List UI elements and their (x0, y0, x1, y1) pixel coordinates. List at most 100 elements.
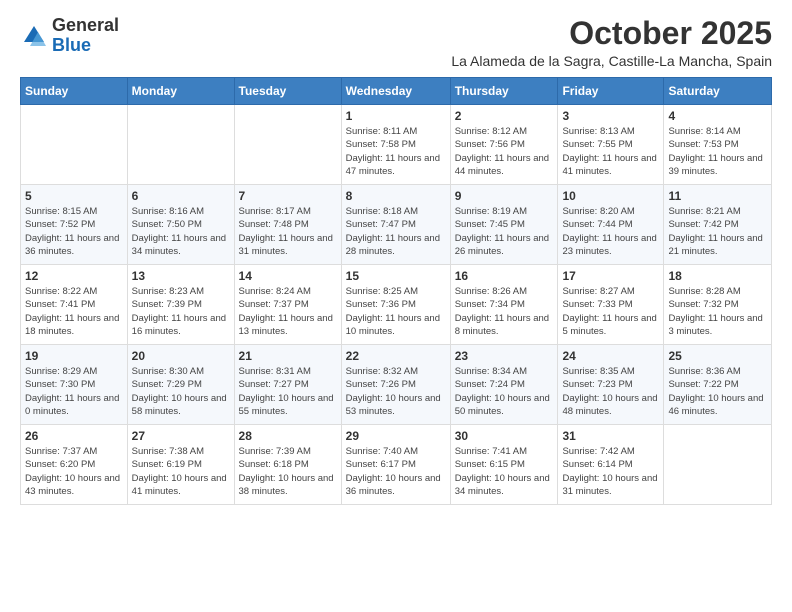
header: General Blue October 2025 La Alameda de … (20, 16, 772, 69)
day-number: 3 (562, 109, 659, 123)
day-info: Sunrise: 7:40 AM Sunset: 6:17 PM Dayligh… (346, 445, 446, 498)
calendar-cell: 5 Sunrise: 8:15 AM Sunset: 7:52 PM Daylig… (21, 185, 128, 265)
day-info: Sunrise: 8:31 AM Sunset: 7:27 PM Dayligh… (239, 365, 337, 418)
header-thursday: Thursday (450, 78, 558, 105)
title-section: October 2025 La Alameda de la Sagra, Cas… (451, 16, 772, 69)
calendar-cell: 26 Sunrise: 7:37 AM Sunset: 6:20 PM Dayli… (21, 425, 128, 505)
day-number: 17 (562, 269, 659, 283)
calendar-cell: 31 Sunrise: 7:42 AM Sunset: 6:14 PM Dayli… (558, 425, 664, 505)
calendar-cell: 10Sunrise: 8:20 AM Sunset: 7:44 PM Dayli… (558, 185, 664, 265)
day-info: Sunrise: 7:38 AM Sunset: 6:19 PM Dayligh… (132, 445, 230, 498)
day-info: Sunrise: 8:32 AM Sunset: 7:26 PM Dayligh… (346, 365, 446, 418)
day-number: 9 (455, 189, 554, 203)
header-sunday: Sunday (21, 78, 128, 105)
day-number: 24 (562, 349, 659, 363)
calendar-cell: 12 Sunrise: 8:22 AM Sunset: 7:41 PM Dayli… (21, 265, 128, 345)
day-number: 8 (346, 189, 446, 203)
calendar-week-3: 12 Sunrise: 8:22 AM Sunset: 7:41 PM Dayli… (21, 265, 772, 345)
day-info: Sunrise: 8:13 AM Sunset: 7:55 PM Dayligh… (562, 125, 659, 178)
calendar-week-2: 5 Sunrise: 8:15 AM Sunset: 7:52 PM Daylig… (21, 185, 772, 265)
day-number: 23 (455, 349, 554, 363)
day-number: 5 (25, 189, 123, 203)
calendar-cell: 4Sunrise: 8:14 AM Sunset: 7:53 PM Daylig… (664, 105, 772, 185)
calendar-cell: 9 Sunrise: 8:19 AM Sunset: 7:45 PM Daylig… (450, 185, 558, 265)
calendar-cell: 19 Sunrise: 8:29 AM Sunset: 7:30 PM Dayli… (21, 345, 128, 425)
calendar-cell: 18Sunrise: 8:28 AM Sunset: 7:32 PM Dayli… (664, 265, 772, 345)
day-info: Sunrise: 8:14 AM Sunset: 7:53 PM Dayligh… (668, 125, 767, 178)
calendar-cell: 1Sunrise: 8:11 AM Sunset: 7:58 PM Daylig… (341, 105, 450, 185)
logo-text: General Blue (52, 16, 119, 56)
day-info: Sunrise: 8:35 AM Sunset: 7:23 PM Dayligh… (562, 365, 659, 418)
day-number: 1 (346, 109, 446, 123)
calendar-week-4: 19 Sunrise: 8:29 AM Sunset: 7:30 PM Dayli… (21, 345, 772, 425)
day-info: Sunrise: 7:37 AM Sunset: 6:20 PM Dayligh… (25, 445, 123, 498)
calendar-cell: 20Sunrise: 8:30 AM Sunset: 7:29 PM Dayli… (127, 345, 234, 425)
calendar-cell (664, 425, 772, 505)
calendar-cell: 29 Sunrise: 7:40 AM Sunset: 6:17 PM Dayli… (341, 425, 450, 505)
calendar-cell: 22 Sunrise: 8:32 AM Sunset: 7:26 PM Dayli… (341, 345, 450, 425)
logo-icon (20, 22, 48, 50)
day-number: 14 (239, 269, 337, 283)
day-number: 11 (668, 189, 767, 203)
day-info: Sunrise: 8:12 AM Sunset: 7:56 PM Dayligh… (455, 125, 554, 178)
day-info: Sunrise: 8:29 AM Sunset: 7:30 PM Dayligh… (25, 365, 123, 418)
header-row: Sunday Monday Tuesday Wednesday Thursday… (21, 78, 772, 105)
day-number: 10 (562, 189, 659, 203)
day-number: 19 (25, 349, 123, 363)
day-info: Sunrise: 8:16 AM Sunset: 7:50 PM Dayligh… (132, 205, 230, 258)
day-info: Sunrise: 8:15 AM Sunset: 7:52 PM Dayligh… (25, 205, 123, 258)
calendar-cell: 3 Sunrise: 8:13 AM Sunset: 7:55 PM Daylig… (558, 105, 664, 185)
day-info: Sunrise: 8:19 AM Sunset: 7:45 PM Dayligh… (455, 205, 554, 258)
calendar-header: Sunday Monday Tuesday Wednesday Thursday… (21, 78, 772, 105)
calendar-cell: 25 Sunrise: 8:36 AM Sunset: 7:22 PM Dayli… (664, 345, 772, 425)
calendar-cell (21, 105, 128, 185)
calendar-cell: 15 Sunrise: 8:25 AM Sunset: 7:36 PM Dayli… (341, 265, 450, 345)
day-number: 12 (25, 269, 123, 283)
logo-general: General (52, 16, 119, 36)
logo: General Blue (20, 16, 119, 56)
header-monday: Monday (127, 78, 234, 105)
calendar-cell: 17 Sunrise: 8:27 AM Sunset: 7:33 PM Dayli… (558, 265, 664, 345)
day-info: Sunrise: 8:24 AM Sunset: 7:37 PM Dayligh… (239, 285, 337, 338)
day-info: Sunrise: 8:25 AM Sunset: 7:36 PM Dayligh… (346, 285, 446, 338)
day-info: Sunrise: 8:23 AM Sunset: 7:39 PM Dayligh… (132, 285, 230, 338)
logo-blue: Blue (52, 36, 119, 56)
calendar-week-1: 1Sunrise: 8:11 AM Sunset: 7:58 PM Daylig… (21, 105, 772, 185)
calendar-cell: 16Sunrise: 8:26 AM Sunset: 7:34 PM Dayli… (450, 265, 558, 345)
calendar-cell: 23Sunrise: 8:34 AM Sunset: 7:24 PM Dayli… (450, 345, 558, 425)
day-number: 18 (668, 269, 767, 283)
calendar-cell (234, 105, 341, 185)
day-info: Sunrise: 8:21 AM Sunset: 7:42 PM Dayligh… (668, 205, 767, 258)
calendar-cell: 13 Sunrise: 8:23 AM Sunset: 7:39 PM Dayli… (127, 265, 234, 345)
calendar-cell: 28Sunrise: 7:39 AM Sunset: 6:18 PM Dayli… (234, 425, 341, 505)
calendar-cell: 27Sunrise: 7:38 AM Sunset: 6:19 PM Dayli… (127, 425, 234, 505)
day-number: 13 (132, 269, 230, 283)
header-saturday: Saturday (664, 78, 772, 105)
day-number: 7 (239, 189, 337, 203)
calendar-cell: 8 Sunrise: 8:18 AM Sunset: 7:47 PM Daylig… (341, 185, 450, 265)
day-info: Sunrise: 8:22 AM Sunset: 7:41 PM Dayligh… (25, 285, 123, 338)
day-info: Sunrise: 8:18 AM Sunset: 7:47 PM Dayligh… (346, 205, 446, 258)
header-friday: Friday (558, 78, 664, 105)
day-info: Sunrise: 7:42 AM Sunset: 6:14 PM Dayligh… (562, 445, 659, 498)
calendar-cell: 2 Sunrise: 8:12 AM Sunset: 7:56 PM Daylig… (450, 105, 558, 185)
day-number: 29 (346, 429, 446, 443)
day-number: 2 (455, 109, 554, 123)
day-number: 25 (668, 349, 767, 363)
calendar-cell: 14 Sunrise: 8:24 AM Sunset: 7:37 PM Dayli… (234, 265, 341, 345)
day-info: Sunrise: 8:30 AM Sunset: 7:29 PM Dayligh… (132, 365, 230, 418)
day-info: Sunrise: 8:17 AM Sunset: 7:48 PM Dayligh… (239, 205, 337, 258)
day-info: Sunrise: 7:41 AM Sunset: 6:15 PM Dayligh… (455, 445, 554, 498)
calendar-cell (127, 105, 234, 185)
location-subtitle: La Alameda de la Sagra, Castille-La Manc… (451, 53, 772, 69)
day-info: Sunrise: 8:27 AM Sunset: 7:33 PM Dayligh… (562, 285, 659, 338)
day-number: 31 (562, 429, 659, 443)
header-tuesday: Tuesday (234, 78, 341, 105)
day-number: 22 (346, 349, 446, 363)
day-info: Sunrise: 7:39 AM Sunset: 6:18 PM Dayligh… (239, 445, 337, 498)
day-number: 26 (25, 429, 123, 443)
day-number: 21 (239, 349, 337, 363)
day-number: 15 (346, 269, 446, 283)
day-info: Sunrise: 8:36 AM Sunset: 7:22 PM Dayligh… (668, 365, 767, 418)
calendar-cell: 11 Sunrise: 8:21 AM Sunset: 7:42 PM Dayli… (664, 185, 772, 265)
